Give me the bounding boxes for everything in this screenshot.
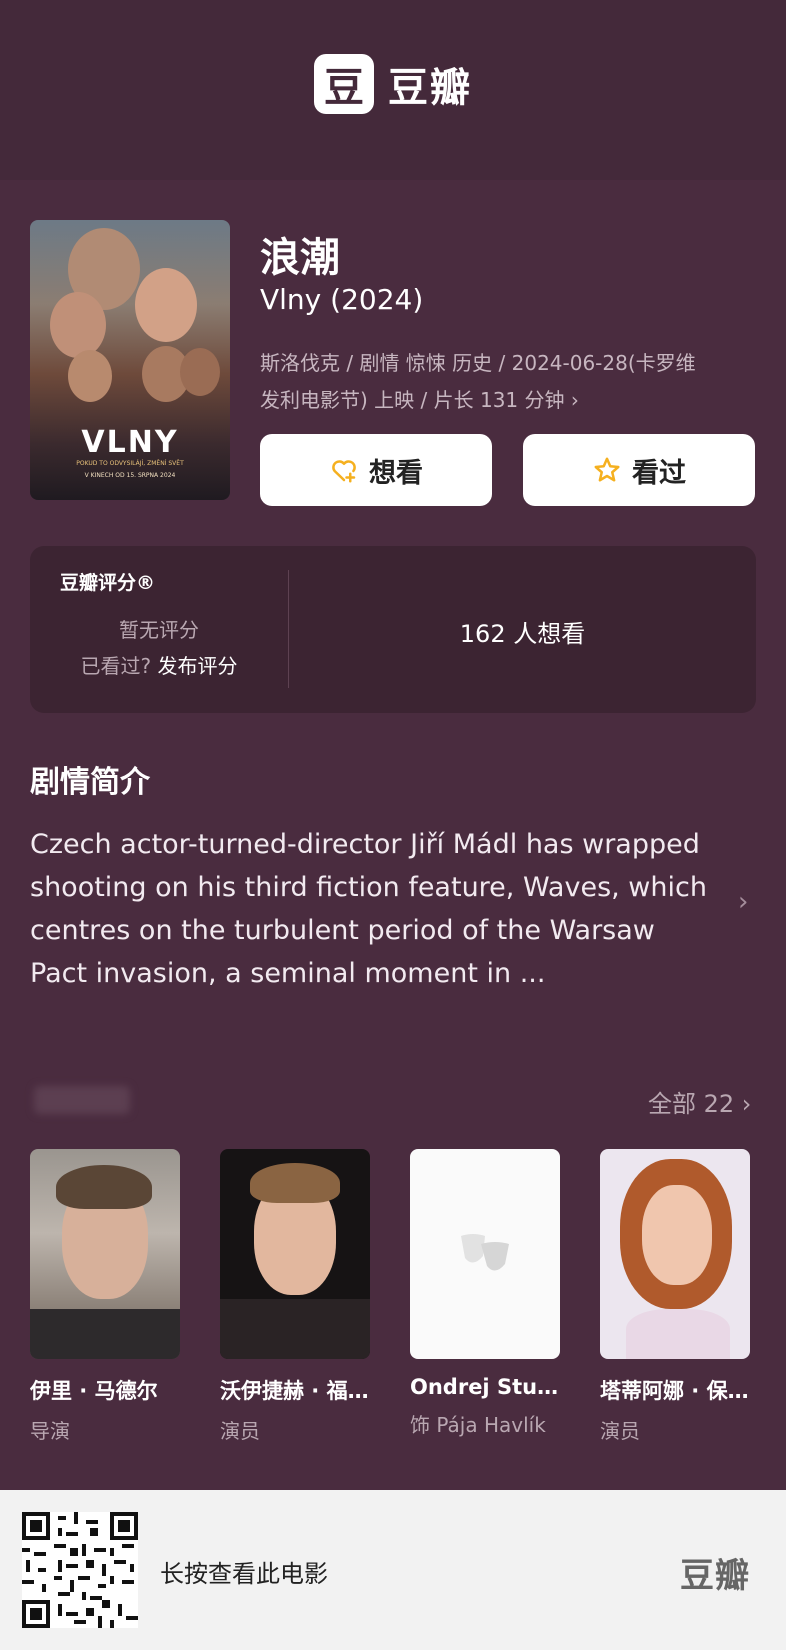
app-header: 豆 豆瓣 bbox=[0, 0, 786, 180]
want-label: 想看 bbox=[369, 457, 423, 489]
rating-prompt-text: 已看过? bbox=[80, 654, 152, 678]
star-icon bbox=[594, 457, 620, 482]
synopsis-text[interactable]: Czech actor-turned-director Jiří Mádl ha… bbox=[30, 823, 720, 995]
douban-logo-text: 豆瓣 bbox=[388, 65, 472, 111]
chevron-right-icon: › bbox=[570, 388, 579, 412]
douban-logo-icon: 豆 bbox=[314, 54, 374, 114]
seen-button[interactable]: 看过 bbox=[523, 434, 755, 506]
cast-name: Ondrej Stupka bbox=[410, 1375, 560, 1399]
heart-plus-icon bbox=[332, 460, 356, 483]
cast-role: 饰 Pája Havlík bbox=[410, 1413, 546, 1437]
publish-rating-link[interactable]: 发布评分 bbox=[157, 654, 237, 678]
movie-poster[interactable]: VLNY POKUD TO ODVYSILÁJÍ, ZMĚNÍ SVĚT V K… bbox=[30, 220, 230, 500]
cast-role: 演员 bbox=[220, 1419, 260, 1443]
synopsis-chevron-right-icon[interactable]: › bbox=[738, 887, 748, 917]
cast-role: 导演 bbox=[30, 1419, 70, 1443]
cast-name: 伊里 · 马德尔 bbox=[30, 1379, 158, 1403]
rating-none-text: 暂无评分 bbox=[119, 618, 199, 642]
cast-role: 演员 bbox=[600, 1419, 640, 1443]
cast-photo-placeholder bbox=[410, 1149, 560, 1359]
meta-line-2: 发利电影节) 上映 / 片长 131 分钟 › bbox=[260, 388, 579, 412]
want-to-watch-button[interactable]: 想看 bbox=[260, 434, 492, 506]
cast-card[interactable]: 沃伊捷赫 · 福... 演员 bbox=[220, 1149, 370, 1444]
douban-logo: 豆 豆瓣 bbox=[314, 54, 472, 114]
cast-photo bbox=[30, 1149, 180, 1359]
cast-name: 塔蒂阿娜 · 保... bbox=[600, 1379, 750, 1403]
movie-title-en: Vlny (2024) bbox=[260, 283, 424, 316]
poster-date: V KINECH OD 15. SRPNA 2024 bbox=[84, 472, 176, 479]
rating-prompt: 已看过? 发布评分 bbox=[30, 650, 288, 679]
seen-label: 看过 bbox=[632, 457, 686, 489]
rating-card: 豆瓣评分® 暂无评分 已看过? 发布评分 162 人想看 bbox=[30, 546, 756, 713]
cast-card[interactable]: 伊里 · 马德尔 导演 bbox=[30, 1149, 180, 1444]
cast-section-title-blurred bbox=[34, 1086, 130, 1114]
cast-photo bbox=[220, 1149, 370, 1359]
synopsis-title: 剧情简介 bbox=[30, 765, 150, 800]
footer-douban-logo: 豆瓣 bbox=[680, 1556, 750, 1596]
want-count: 162 人想看 bbox=[459, 620, 586, 648]
cast-card[interactable]: Ondrej Stupka 饰 Pája Havlík bbox=[410, 1149, 560, 1438]
cast-card[interactable]: 塔蒂阿娜 · 保... 演员 bbox=[600, 1149, 750, 1444]
cast-view-all-link[interactable]: 全部 22 › bbox=[648, 1084, 751, 1119]
poster-title: VLNY bbox=[81, 425, 179, 460]
cast-name: 沃伊捷赫 · 福... bbox=[220, 1379, 370, 1403]
theater-masks-icon bbox=[461, 1234, 509, 1271]
poster-tagline: POKUD TO ODVYSILÁJÍ, ZMĚNÍ SVĚT bbox=[76, 460, 184, 467]
movie-meta[interactable]: 斯洛伐克 / 剧情 惊悚 历史 / 2024-06-28(卡罗维 发利电影节) … bbox=[260, 345, 760, 419]
meta-line-1: 斯洛伐克 / 剧情 惊悚 历史 / 2024-06-28(卡罗维 bbox=[260, 351, 696, 375]
rating-label: 豆瓣评分® bbox=[60, 572, 156, 594]
qr-code-icon[interactable] bbox=[22, 1512, 138, 1628]
share-footer: 长按查看此电影 豆瓣 bbox=[0, 1490, 786, 1650]
footer-hint-text: 长按查看此电影 bbox=[160, 1560, 328, 1588]
movie-title-cn: 浪潮 bbox=[260, 235, 340, 281]
cast-photo bbox=[600, 1149, 750, 1359]
